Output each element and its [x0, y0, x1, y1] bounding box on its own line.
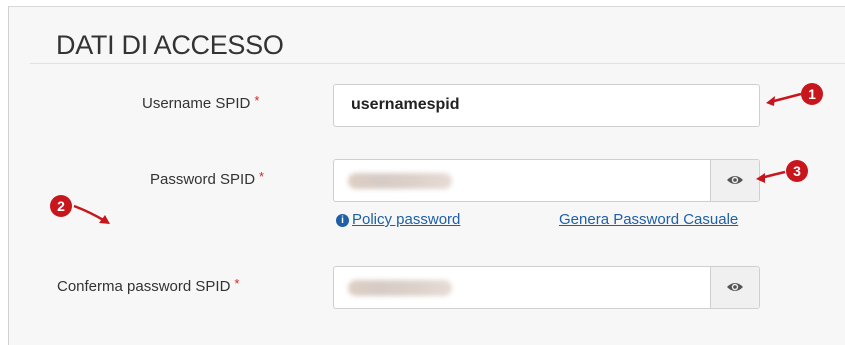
required-mark: *	[234, 276, 240, 291]
eye-icon	[727, 176, 743, 184]
password-label: Password SPID *	[150, 169, 265, 188]
annotation-arrow-3	[756, 170, 786, 183]
confirm-password-label: Conferma password SPID *	[57, 276, 240, 295]
confirm-label-text: Conferma password SPID	[57, 278, 231, 295]
password-field[interactable]	[333, 159, 760, 202]
username-label-text: Username SPID	[142, 95, 251, 112]
eye-icon	[727, 283, 743, 291]
policy-link-text: Policy password	[352, 211, 461, 228]
username-field[interactable]: usernamespid	[333, 84, 760, 127]
show-password-button[interactable]	[710, 160, 759, 201]
masked-password	[348, 280, 452, 296]
password-label-text: Password SPID	[150, 171, 256, 188]
annotation-arrow-2	[73, 204, 110, 224]
annotation-badge-1: 1	[801, 83, 823, 105]
username-label: Username SPID *	[142, 93, 260, 112]
info-icon: i	[336, 214, 349, 227]
masked-password	[348, 173, 452, 189]
annotation-badge-2: 2	[50, 195, 72, 217]
annotation-badge-3: 3	[786, 160, 808, 182]
required-mark: *	[259, 169, 265, 184]
required-mark: *	[254, 93, 260, 108]
title-divider	[30, 63, 845, 64]
annotation-arrow-1	[766, 92, 802, 106]
show-confirm-password-button[interactable]	[710, 267, 759, 308]
generate-password-link[interactable]: Genera Password Casuale	[559, 211, 738, 228]
policy-password-link[interactable]: i Policy password	[336, 211, 460, 228]
section-title: DATI DI ACCESSO	[56, 30, 284, 60]
username-value: usernamespid	[351, 96, 460, 113]
confirm-password-field[interactable]	[333, 266, 760, 309]
